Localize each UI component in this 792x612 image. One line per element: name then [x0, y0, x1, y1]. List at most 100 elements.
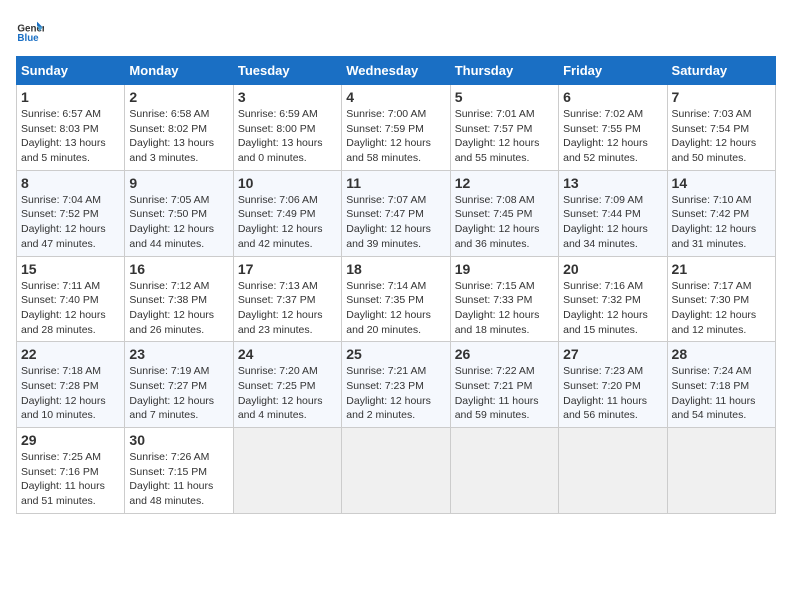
day-info: Sunrise: 7:00 AM Sunset: 7:59 PM Dayligh… [346, 107, 445, 166]
day-number: 19 [455, 261, 554, 277]
calendar-cell: 4Sunrise: 7:00 AM Sunset: 7:59 PM Daylig… [342, 85, 450, 171]
day-info: Sunrise: 7:16 AM Sunset: 7:32 PM Dayligh… [563, 279, 662, 338]
calendar-cell [233, 428, 341, 514]
calendar-cell: 24 Sunrise: 7:20 AM Sunset: 7:25 PM Dayli… [233, 342, 341, 428]
day-info: Sunrise: 6:59 AM Sunset: 8:00 PM Dayligh… [238, 107, 337, 166]
day-number: 2 [129, 89, 228, 105]
calendar-cell [450, 428, 558, 514]
day-number: 24 [238, 346, 337, 362]
day-info: Sunrise: 7:08 AM Sunset: 7:45 PM Dayligh… [455, 193, 554, 252]
day-number: 23 [129, 346, 228, 362]
calendar-cell: 27 Sunrise: 7:23 AM Sunset: 7:20 PM Dayli… [559, 342, 667, 428]
day-number: 5 [455, 89, 554, 105]
day-number: 11 [346, 175, 445, 191]
calendar-week-5: 29 Sunrise: 7:25 AM Sunset: 7:16 PM Dayli… [17, 428, 776, 514]
calendar-cell: 25 Sunrise: 7:21 AM Sunset: 7:23 PM Dayli… [342, 342, 450, 428]
logo: General Blue [16, 16, 48, 44]
day-info: Sunrise: 7:02 AM Sunset: 7:55 PM Dayligh… [563, 107, 662, 166]
day-number: 26 [455, 346, 554, 362]
calendar-cell: 13 Sunrise: 7:09 AM Sunset: 7:44 PM Dayli… [559, 170, 667, 256]
calendar-header-sunday: Sunday [17, 57, 125, 85]
calendar-cell: 12 Sunrise: 7:08 AM Sunset: 7:45 PM Dayli… [450, 170, 558, 256]
day-number: 29 [21, 432, 120, 448]
day-info: Sunrise: 6:57 AM Sunset: 8:03 PM Dayligh… [21, 107, 120, 166]
day-number: 30 [129, 432, 228, 448]
day-number: 21 [672, 261, 771, 277]
day-number: 3 [238, 89, 337, 105]
day-number: 10 [238, 175, 337, 191]
day-number: 17 [238, 261, 337, 277]
day-info: Sunrise: 7:12 AM Sunset: 7:38 PM Dayligh… [129, 279, 228, 338]
day-info: Sunrise: 7:03 AM Sunset: 7:54 PM Dayligh… [672, 107, 771, 166]
day-number: 28 [672, 346, 771, 362]
calendar-header-friday: Friday [559, 57, 667, 85]
day-info: Sunrise: 7:23 AM Sunset: 7:20 PM Dayligh… [563, 364, 662, 423]
day-number: 12 [455, 175, 554, 191]
day-number: 22 [21, 346, 120, 362]
calendar-week-2: 8 Sunrise: 7:04 AM Sunset: 7:52 PM Daylig… [17, 170, 776, 256]
day-info: Sunrise: 6:58 AM Sunset: 8:02 PM Dayligh… [129, 107, 228, 166]
day-number: 9 [129, 175, 228, 191]
calendar-cell: 14 Sunrise: 7:10 AM Sunset: 7:42 PM Dayli… [667, 170, 775, 256]
calendar-cell: 8 Sunrise: 7:04 AM Sunset: 7:52 PM Daylig… [17, 170, 125, 256]
day-info: Sunrise: 7:09 AM Sunset: 7:44 PM Dayligh… [563, 193, 662, 252]
calendar-cell: 17 Sunrise: 7:13 AM Sunset: 7:37 PM Dayli… [233, 256, 341, 342]
day-number: 27 [563, 346, 662, 362]
day-number: 25 [346, 346, 445, 362]
calendar-header-saturday: Saturday [667, 57, 775, 85]
calendar-cell [667, 428, 775, 514]
calendar-header-thursday: Thursday [450, 57, 558, 85]
calendar-cell: 20 Sunrise: 7:16 AM Sunset: 7:32 PM Dayli… [559, 256, 667, 342]
calendar-cell: 16Sunrise: 7:12 AM Sunset: 7:38 PM Dayli… [125, 256, 233, 342]
day-info: Sunrise: 7:04 AM Sunset: 7:52 PM Dayligh… [21, 193, 120, 252]
day-info: Sunrise: 7:24 AM Sunset: 7:18 PM Dayligh… [672, 364, 771, 423]
calendar-week-3: 15 Sunrise: 7:11 AM Sunset: 7:40 PM Dayli… [17, 256, 776, 342]
calendar-cell: 26 Sunrise: 7:22 AM Sunset: 7:21 PM Dayli… [450, 342, 558, 428]
calendar-cell: 19Sunrise: 7:15 AM Sunset: 7:33 PM Dayli… [450, 256, 558, 342]
calendar-cell: 3 Sunrise: 6:59 AM Sunset: 8:00 PM Daylig… [233, 85, 341, 171]
day-info: Sunrise: 7:20 AM Sunset: 7:25 PM Dayligh… [238, 364, 337, 423]
day-info: Sunrise: 7:25 AM Sunset: 7:16 PM Dayligh… [21, 450, 120, 509]
day-info: Sunrise: 7:14 AM Sunset: 7:35 PM Dayligh… [346, 279, 445, 338]
day-number: 6 [563, 89, 662, 105]
calendar-week-1: 1 Sunrise: 6:57 AM Sunset: 8:03 PM Daylig… [17, 85, 776, 171]
calendar-cell: 1 Sunrise: 6:57 AM Sunset: 8:03 PM Daylig… [17, 85, 125, 171]
day-info: Sunrise: 7:13 AM Sunset: 7:37 PM Dayligh… [238, 279, 337, 338]
calendar-cell: 9 Sunrise: 7:05 AM Sunset: 7:50 PM Daylig… [125, 170, 233, 256]
calendar-header-tuesday: Tuesday [233, 57, 341, 85]
day-number: 8 [21, 175, 120, 191]
day-number: 1 [21, 89, 120, 105]
day-info: Sunrise: 7:18 AM Sunset: 7:28 PM Dayligh… [21, 364, 120, 423]
day-number: 7 [672, 89, 771, 105]
day-number: 20 [563, 261, 662, 277]
svg-text:Blue: Blue [17, 33, 39, 44]
day-info: Sunrise: 7:10 AM Sunset: 7:42 PM Dayligh… [672, 193, 771, 252]
day-info: Sunrise: 7:21 AM Sunset: 7:23 PM Dayligh… [346, 364, 445, 423]
calendar-cell: 11Sunrise: 7:07 AM Sunset: 7:47 PM Dayli… [342, 170, 450, 256]
day-info: Sunrise: 7:06 AM Sunset: 7:49 PM Dayligh… [238, 193, 337, 252]
page-header: General Blue [16, 16, 776, 44]
calendar-cell: 10 Sunrise: 7:06 AM Sunset: 7:49 PM Dayli… [233, 170, 341, 256]
day-number: 18 [346, 261, 445, 277]
calendar-cell: 7 Sunrise: 7:03 AM Sunset: 7:54 PM Daylig… [667, 85, 775, 171]
day-info: Sunrise: 7:19 AM Sunset: 7:27 PM Dayligh… [129, 364, 228, 423]
day-info: Sunrise: 7:05 AM Sunset: 7:50 PM Dayligh… [129, 193, 228, 252]
calendar-cell: 18 Sunrise: 7:14 AM Sunset: 7:35 PM Dayli… [342, 256, 450, 342]
calendar-cell: 28 Sunrise: 7:24 AM Sunset: 7:18 PM Dayli… [667, 342, 775, 428]
day-number: 15 [21, 261, 120, 277]
day-info: Sunrise: 7:11 AM Sunset: 7:40 PM Dayligh… [21, 279, 120, 338]
day-number: 14 [672, 175, 771, 191]
calendar-cell: 23 Sunrise: 7:19 AM Sunset: 7:27 PM Dayli… [125, 342, 233, 428]
day-info: Sunrise: 7:22 AM Sunset: 7:21 PM Dayligh… [455, 364, 554, 423]
calendar-cell: 5 Sunrise: 7:01 AM Sunset: 7:57 PM Daylig… [450, 85, 558, 171]
calendar-header-monday: Monday [125, 57, 233, 85]
calendar-week-4: 22 Sunrise: 7:18 AM Sunset: 7:28 PM Dayli… [17, 342, 776, 428]
calendar-cell: 2 Sunrise: 6:58 AM Sunset: 8:02 PM Daylig… [125, 85, 233, 171]
day-info: Sunrise: 7:26 AM Sunset: 7:15 PM Dayligh… [129, 450, 228, 509]
day-number: 13 [563, 175, 662, 191]
calendar-cell: 30 Sunrise: 7:26 AM Sunset: 7:15 PM Dayli… [125, 428, 233, 514]
calendar-cell: 22 Sunrise: 7:18 AM Sunset: 7:28 PM Dayli… [17, 342, 125, 428]
calendar-cell: 6 Sunrise: 7:02 AM Sunset: 7:55 PM Daylig… [559, 85, 667, 171]
day-info: Sunrise: 7:01 AM Sunset: 7:57 PM Dayligh… [455, 107, 554, 166]
day-info: Sunrise: 7:17 AM Sunset: 7:30 PM Dayligh… [672, 279, 771, 338]
